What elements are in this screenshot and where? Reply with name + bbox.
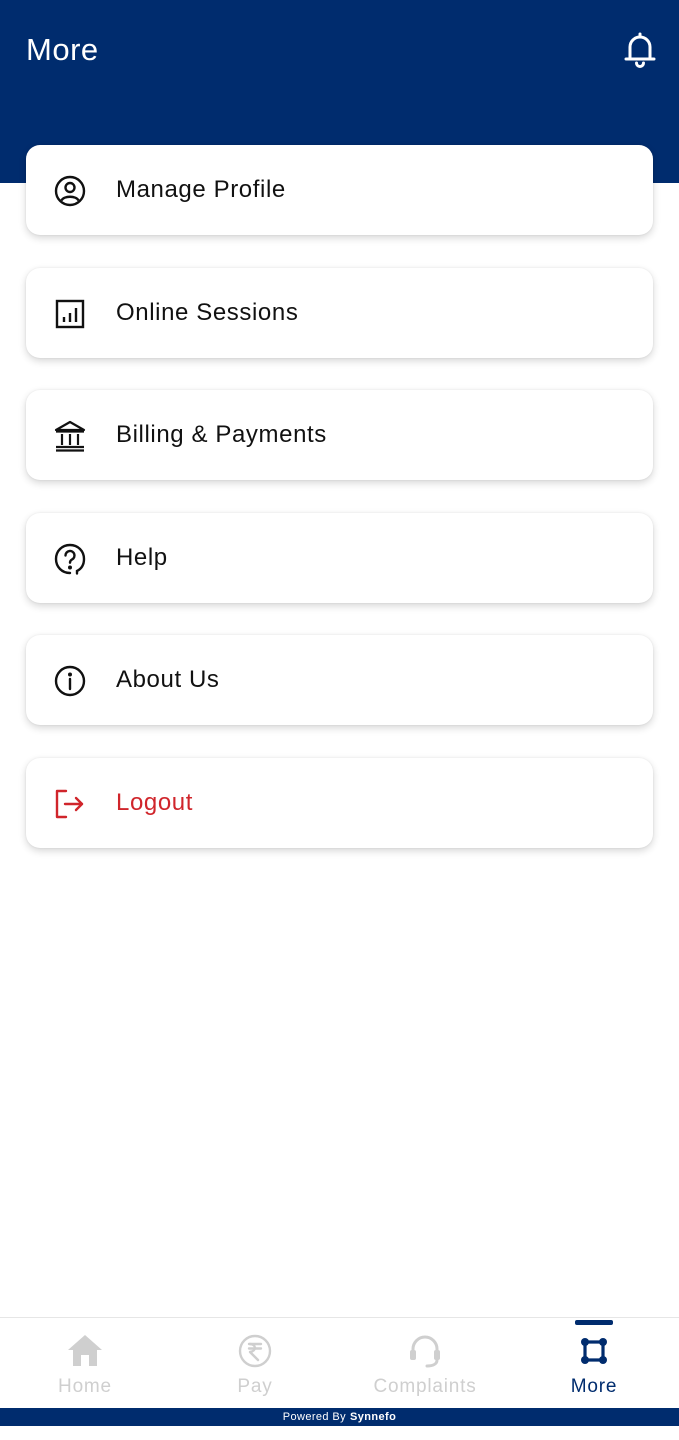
active-tab-indicator	[575, 1320, 613, 1325]
bank-icon	[53, 419, 87, 453]
menu-label-about-us: About Us	[116, 666, 220, 694]
nav-item-pay[interactable]: Pay	[170, 1318, 340, 1409]
bottom-navigation: Home Pay Complaints More	[0, 1317, 679, 1408]
nav-item-more[interactable]: More	[509, 1318, 679, 1409]
menu-label-manage-profile: Manage Profile	[116, 176, 286, 203]
bell-icon[interactable]	[622, 30, 658, 68]
menu-label-billing-payments: Billing & Payments	[116, 421, 327, 449]
nav-label-pay: Pay	[237, 1376, 273, 1397]
bar-chart-icon	[53, 297, 87, 331]
nav-label-home: Home	[58, 1376, 112, 1397]
nav-label-more: More	[570, 1376, 618, 1397]
headset-icon	[406, 1332, 444, 1370]
brand-name: Synnefo	[350, 1411, 397, 1423]
menu-item-about-us[interactable]: About Us	[26, 635, 653, 726]
menu-item-logout[interactable]: Logout	[26, 757, 653, 848]
logout-icon	[53, 787, 87, 821]
more-menu: Manage Profile Online Sessions Billing &…	[26, 145, 653, 881]
nav-label-complaints: Complaints	[373, 1376, 477, 1397]
rupee-icon	[236, 1332, 274, 1370]
menu-item-manage-profile[interactable]: Manage Profile	[26, 145, 653, 235]
info-icon	[53, 664, 87, 698]
more-screen: More Manage Profile Online Sessions Bill…	[0, 0, 679, 1440]
menu-item-billing-payments[interactable]: Billing & Payments	[26, 390, 653, 481]
menu-item-online-sessions[interactable]: Online Sessions	[26, 267, 653, 358]
more-grid-icon	[575, 1332, 613, 1370]
nav-item-complaints[interactable]: Complaints	[340, 1318, 510, 1409]
user-circle-icon	[53, 174, 87, 208]
menu-label-logout: Logout	[116, 788, 194, 816]
home-icon	[66, 1332, 104, 1370]
nav-item-home[interactable]: Home	[0, 1318, 170, 1409]
powered-by-footer: Powered By Synnefo	[0, 1408, 679, 1426]
menu-label-help: Help	[116, 543, 168, 571]
powered-by-text: Powered By	[282, 1411, 347, 1423]
page-title: More	[26, 32, 99, 67]
menu-item-help[interactable]: Help	[26, 512, 653, 603]
help-circle-icon	[53, 542, 87, 576]
menu-label-online-sessions: Online Sessions	[116, 298, 299, 326]
